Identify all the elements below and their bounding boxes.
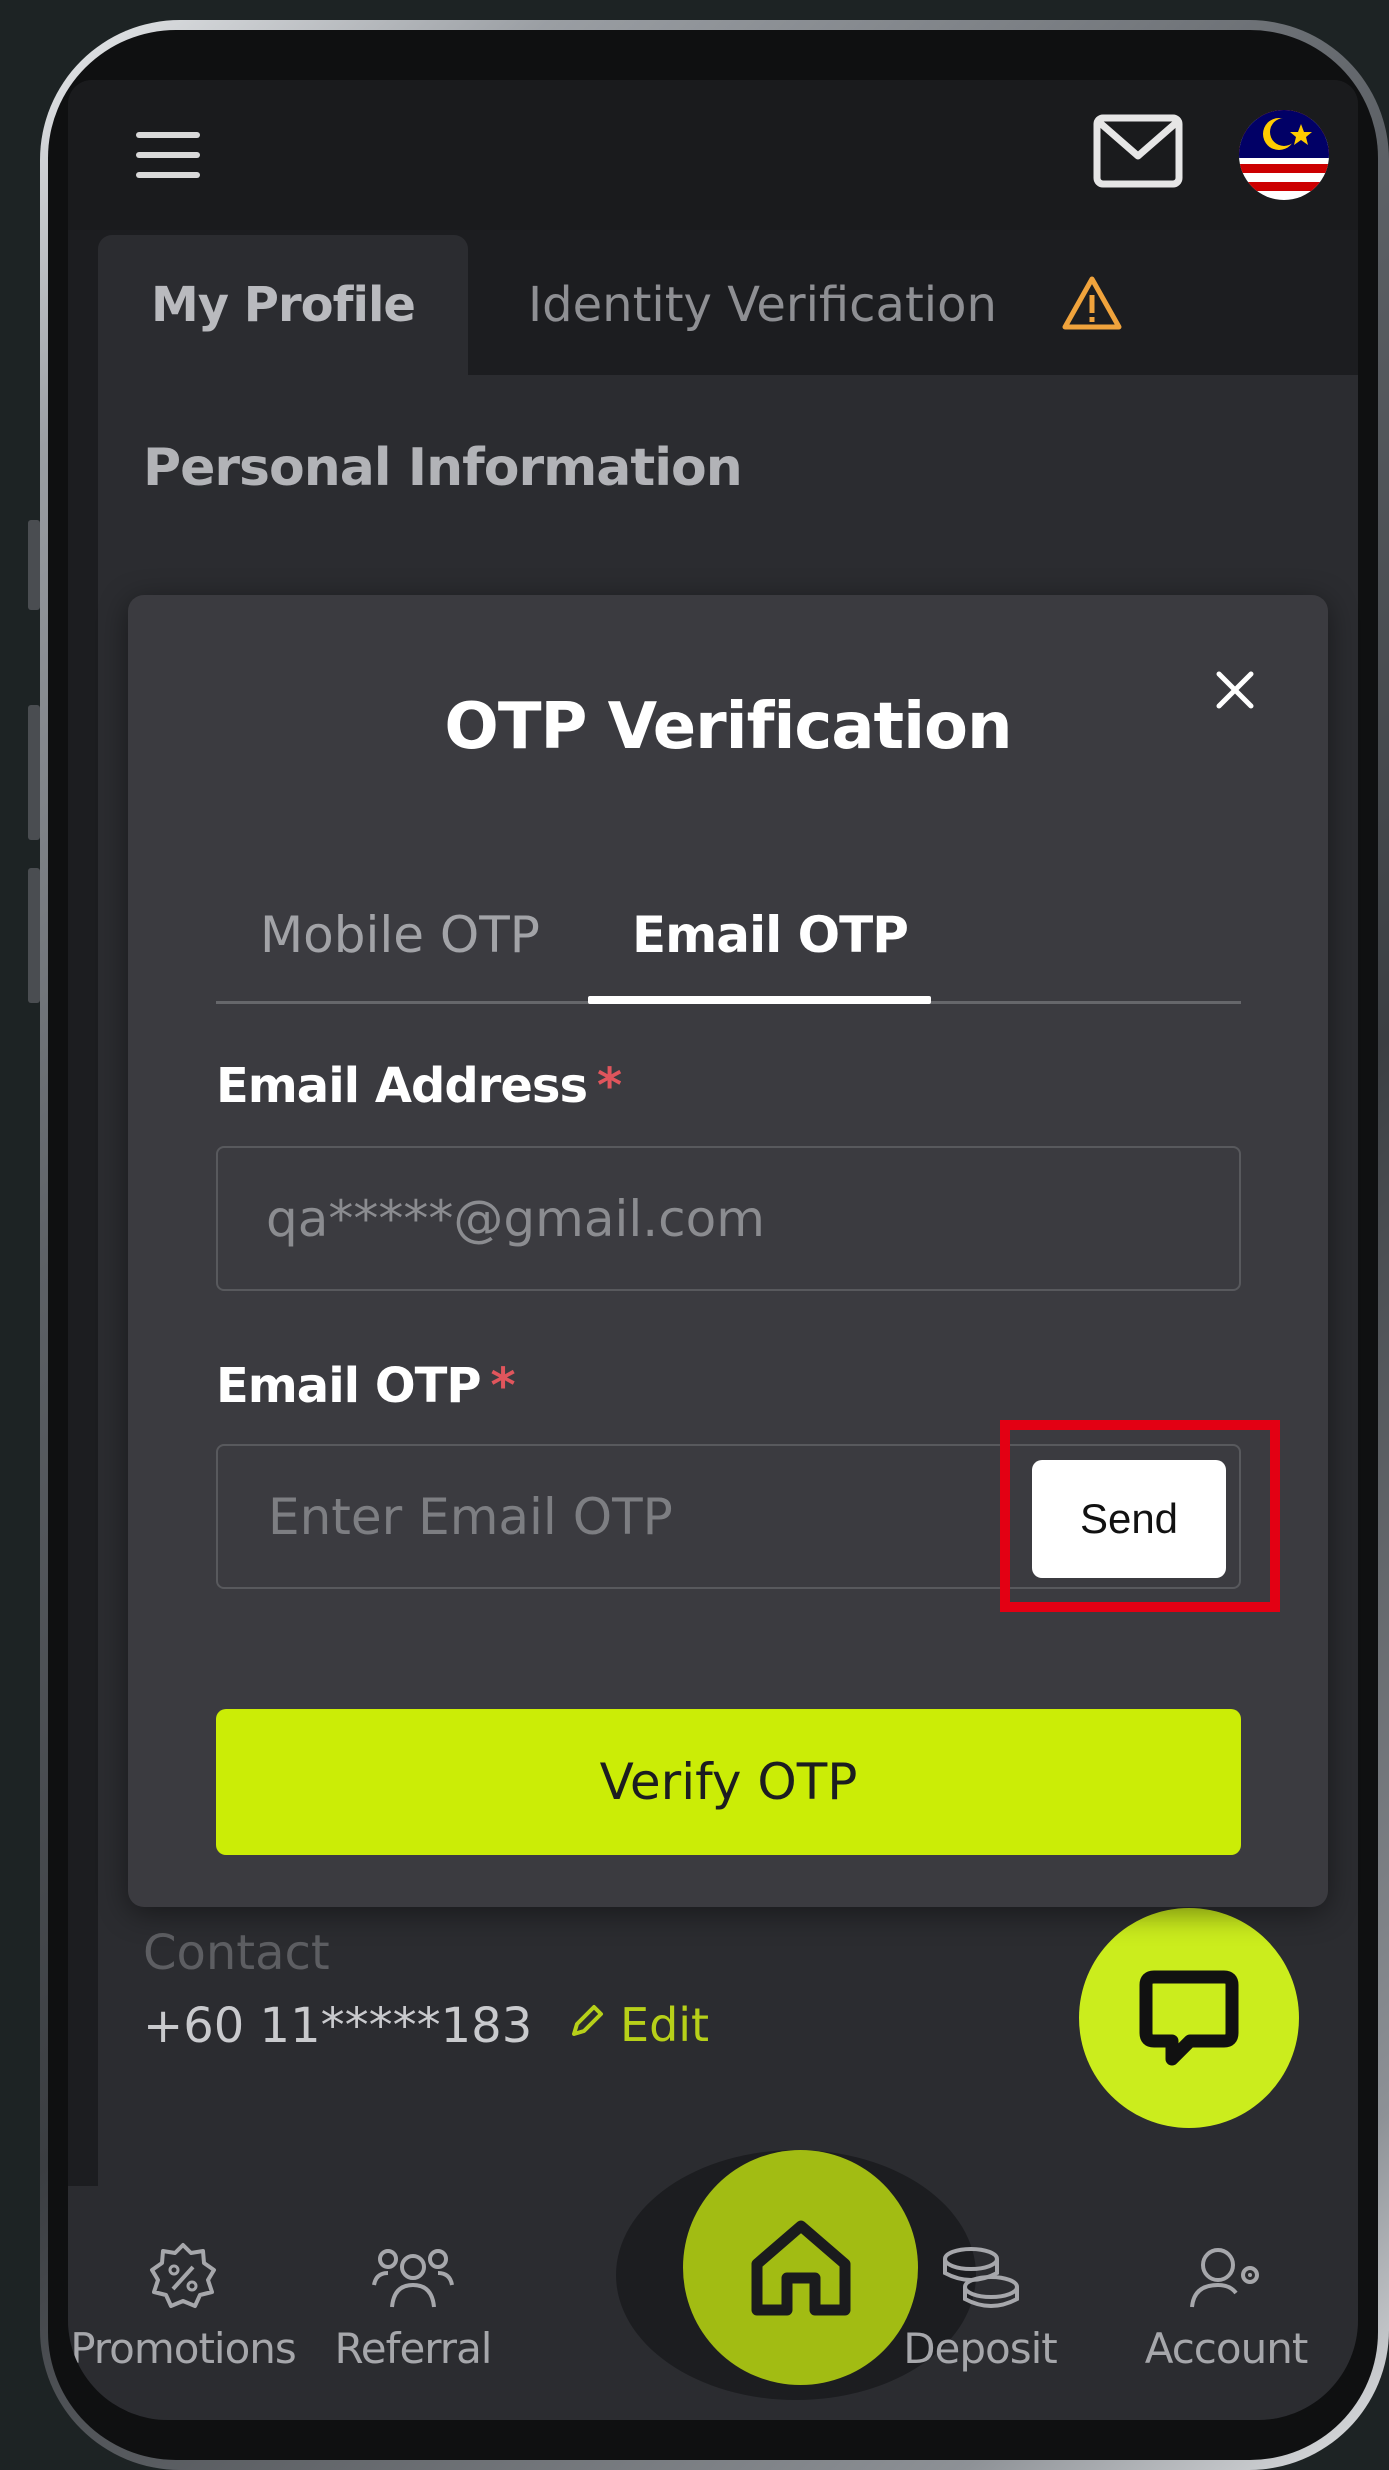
tab-mobile-otp[interactable]: Mobile OTP [260, 906, 540, 964]
malaysia-flag-icon[interactable] [1239, 110, 1329, 200]
send-button-highlight [1000, 1420, 1280, 1612]
modal-title: OTP Verification [444, 690, 1012, 764]
email-otp-label-text: Email OTP [216, 1358, 482, 1414]
edit-pencil-icon[interactable] [568, 2002, 606, 2040]
chat-bubble-icon [1139, 1970, 1239, 2066]
referral-icon [372, 2249, 454, 2308]
email-address-field[interactable]: qa*****@gmail.com [216, 1146, 1241, 1291]
promotions-icon [150, 2243, 216, 2308]
tab-my-profile[interactable]: My Profile [98, 235, 468, 375]
nav-label-referral: Referral [334, 2324, 493, 2373]
warning-icon [1062, 276, 1122, 330]
contact-value: +60 11*****183 [143, 1998, 533, 2054]
top-bar [68, 80, 1358, 230]
nav-item-referral[interactable]: Referral [283, 2186, 543, 2420]
phone-side-button [28, 705, 40, 840]
phone-side-button [28, 520, 40, 610]
contact-label: Contact [143, 1925, 330, 1981]
tab-identity-verification[interactable]: Identity Verification [528, 235, 997, 375]
edit-contact-link[interactable]: Edit [620, 1998, 709, 2052]
home-icon [751, 2220, 850, 2315]
active-tab-indicator [588, 996, 931, 1004]
nav-label-account: Account [1144, 2324, 1309, 2373]
mail-icon[interactable] [1093, 114, 1183, 188]
nav-item-deposit[interactable]: Deposit [850, 2186, 1110, 2420]
email-otp-label: Email OTP * [216, 1358, 516, 1414]
nav-label-deposit: Deposit [903, 2324, 1058, 2373]
account-icon [1190, 2248, 1259, 2308]
tab-email-otp[interactable]: Email OTP [632, 906, 909, 964]
phone-side-button [28, 868, 40, 1003]
email-address-label-text: Email Address [216, 1058, 588, 1114]
required-asterisk: * [597, 1058, 622, 1114]
verify-otp-button[interactable]: Verify OTP [216, 1709, 1241, 1855]
deposit-icon [943, 2247, 1019, 2308]
email-otp-input[interactable] [266, 1486, 886, 1547]
hamburger-icon[interactable] [136, 132, 200, 182]
email-address-label: Email Address * [216, 1058, 622, 1114]
personal-information-heading: Personal Information [143, 438, 743, 498]
nav-label-promotions: Promotions [70, 2324, 297, 2373]
nav-item-promotions[interactable]: Promotions [68, 2186, 313, 2420]
live-chat-button[interactable] [1079, 1908, 1299, 2128]
nav-item-account[interactable]: Account [1096, 2186, 1356, 2420]
required-asterisk: * [490, 1358, 516, 1414]
email-address-value: qa*****@gmail.com [266, 1189, 765, 1248]
